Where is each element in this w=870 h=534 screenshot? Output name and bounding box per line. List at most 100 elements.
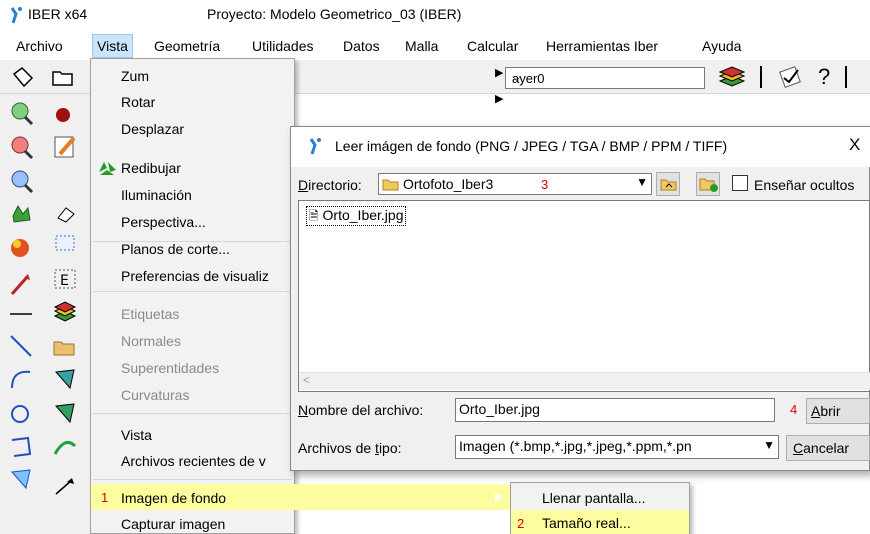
polygon-icon[interactable]	[10, 64, 36, 90]
zoom-in-icon[interactable]	[8, 100, 34, 126]
new-folder-button[interactable]	[696, 172, 720, 196]
app-title: IBER x64	[28, 6, 88, 22]
dropdown-arrow-icon: ▼	[763, 438, 775, 452]
zoom-out-icon[interactable]	[8, 134, 34, 160]
open-folder-icon[interactable]	[50, 64, 76, 90]
menu-datos[interactable]: Datos	[343, 38, 380, 54]
dropdown-arrow-icon: ▼	[636, 175, 648, 189]
dialog-title: Leer imágen de fondo (PNG / JPEG / TGA /…	[335, 138, 728, 154]
vector-arrow-icon[interactable]	[8, 270, 34, 296]
menu-vista[interactable]: Vista	[92, 34, 133, 58]
new-folder-icon	[699, 178, 718, 192]
directorio-select[interactable]: Ortofoto_Iber3 3 ▼	[378, 173, 652, 195]
menu-item-superentidades: Superentidades	[121, 360, 220, 376]
horizontal-scrollbar[interactable]: <	[299, 372, 870, 390]
menu-item-desplazar[interactable]: Desplazar	[121, 121, 184, 137]
filename-input-value: Orto_Iber.jpg	[459, 401, 540, 417]
close-icon[interactable]: X	[849, 135, 860, 155]
menu-separator	[93, 291, 292, 292]
eraser-icon[interactable]	[52, 200, 78, 226]
menu-item-rotar[interactable]: Rotar	[121, 94, 155, 110]
file-list[interactable]	[298, 200, 870, 392]
folder-icon[interactable]	[52, 334, 78, 360]
render-sphere-icon[interactable]	[8, 234, 34, 260]
red-point-icon[interactable]	[50, 102, 76, 128]
filetype-value: Imagen (*.bmp,*.jpg,*.jpeg,*.ppm,*.pn	[459, 438, 692, 454]
menu-item-archivos-recientes[interactable]: Archivos recientes de v	[121, 453, 266, 469]
step-marker-2: 2	[517, 516, 525, 531]
edit-pencil-icon[interactable]	[52, 134, 78, 160]
step-marker-1: 1	[101, 490, 109, 505]
menu-item-capturar-imagen[interactable]: Capturar imagen	[121, 516, 225, 532]
arc-icon[interactable]	[8, 366, 34, 392]
move-arrow-icon[interactable]	[52, 474, 78, 500]
layer-select[interactable]: ayer0 ⌵	[505, 67, 705, 89]
circle-curve-icon[interactable]	[8, 400, 34, 426]
submenu-item-tamano-real[interactable]: Tamaño real...	[542, 515, 631, 531]
filename-input[interactable]: Orto_Iber.jpg	[455, 398, 775, 422]
menu-calcular[interactable]: Calcular	[467, 38, 518, 54]
show-hidden-label: Enseñar ocultos	[754, 177, 855, 193]
directorio-label: Directorio:	[298, 177, 362, 193]
layers-stack-icon[interactable]	[52, 300, 78, 326]
toolbar-divider-2	[845, 66, 847, 88]
up-folder-icon	[660, 179, 677, 191]
redraw-icon[interactable]	[8, 200, 34, 226]
menu-item-preferencias[interactable]: Preferencias de visualiz	[121, 268, 269, 284]
menu-item-imagen-de-fondo[interactable]: Imagen de fondo	[121, 490, 226, 506]
text-label-icon[interactable]: E	[52, 266, 78, 292]
recycle-icon	[99, 162, 116, 175]
menu-bar: Archivo Vista Geometría Utilidades Datos…	[0, 34, 870, 58]
menu-utilidades[interactable]: Utilidades	[252, 38, 313, 54]
menu-item-curvaturas: Curvaturas	[121, 387, 190, 403]
help-icon[interactable]: ?	[818, 64, 830, 90]
check-tool-icon[interactable]	[776, 64, 806, 90]
menu-item-vista[interactable]: Vista	[121, 427, 152, 443]
zoom-frame-icon[interactable]	[8, 168, 34, 194]
menu-separator	[93, 413, 292, 414]
filetype-select[interactable]: Imagen (*.bmp,*.jpg,*.jpeg,*.ppm,*.pn ▼	[455, 435, 779, 459]
surface-alt-icon[interactable]	[52, 400, 78, 426]
polyline-icon[interactable]	[8, 434, 34, 460]
surface-icon[interactable]	[52, 366, 78, 392]
up-folder-button[interactable]	[656, 172, 680, 196]
layers-icon[interactable]	[716, 64, 748, 90]
line-icon[interactable]	[8, 300, 34, 326]
menu-item-iluminacion[interactable]: Iluminación	[121, 187, 192, 203]
document-icon: 🗎	[309, 209, 319, 223]
mesh-icon[interactable]	[52, 434, 78, 460]
show-hidden-checkbox[interactable]	[732, 175, 748, 191]
file-item[interactable]: 🗎 Orto_Iber.jpg	[306, 206, 407, 226]
menu-herramientas-iber[interactable]: Herramientas Iber	[546, 38, 658, 54]
submenu-arrow-icon: ▶	[495, 491, 504, 503]
left-toolbar: E	[0, 94, 90, 534]
scroll-left-icon[interactable]: <	[303, 373, 310, 387]
menu-archivo[interactable]: Archivo	[16, 38, 63, 54]
menu-item-etiquetas: Etiquetas	[121, 306, 180, 322]
menu-malla[interactable]: Malla	[405, 38, 438, 54]
menu-item-planos-de-corte[interactable]: Planos de corte...	[121, 241, 230, 257]
dialog-title-bar: Leer imágen de fondo (PNG / JPEG / TGA /…	[291, 127, 870, 167]
nurbs-icon[interactable]	[8, 466, 34, 492]
submenu-arrow-icon: ▶	[495, 67, 504, 79]
menu-geometria[interactable]: Geometría	[154, 38, 220, 54]
submenu-item-llenar-pantalla[interactable]: Llenar pantalla...	[542, 490, 646, 506]
menu-ayuda[interactable]: Ayuda	[702, 38, 741, 54]
svg-text:E: E	[60, 273, 69, 289]
menu-item-redibujar[interactable]: Redibujar	[121, 160, 181, 176]
iber-app-icon	[10, 7, 22, 24]
menu-separator	[93, 479, 292, 480]
iber-app-icon	[309, 138, 321, 155]
project-title: Proyecto: Modelo Geometrico_03 (IBER)	[207, 6, 462, 22]
title-bar: IBER x64 Proyecto: Modelo Geometrico_03 …	[0, 0, 870, 30]
abrir-button[interactable]: Abrir	[806, 398, 870, 424]
menu-item-zum[interactable]: Zum	[121, 68, 149, 84]
submenu-arrow-icon: ▶	[495, 93, 504, 105]
step-marker-4: 4	[790, 402, 798, 417]
step-marker-3: 3	[541, 177, 549, 192]
filename-label: Nombre del archivo:	[298, 402, 424, 418]
diagonal-line-icon[interactable]	[8, 332, 34, 358]
menu-item-perspectiva[interactable]: Perspectiva...	[121, 214, 206, 230]
cancelar-button[interactable]: Cancelar	[786, 435, 870, 461]
selection-frame-icon[interactable]	[52, 230, 78, 256]
